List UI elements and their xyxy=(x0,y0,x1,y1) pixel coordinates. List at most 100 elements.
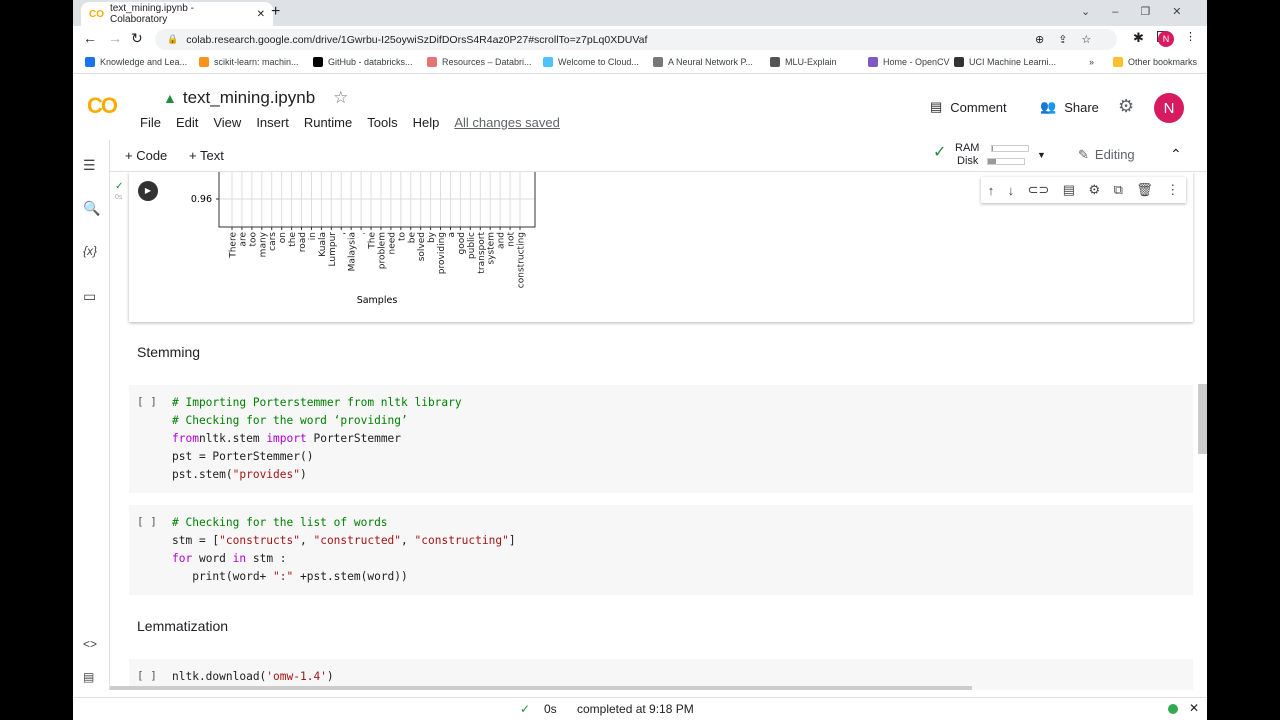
new-tab-button[interactable]: + xyxy=(271,3,280,21)
comment-button[interactable]: ▤ Comment xyxy=(930,99,1007,115)
code-token: PorterStemmer xyxy=(306,432,402,445)
bookmark-item[interactable]: UCI Machine Learni... xyxy=(954,57,1056,67)
bookmark-favicon-icon xyxy=(770,57,780,67)
user-avatar[interactable]: N xyxy=(1154,93,1184,123)
x-tick-label: Malaysia xyxy=(348,232,358,271)
code-snippets-icon[interactable]: <> xyxy=(83,637,97,651)
x-tick-label: solved xyxy=(417,232,427,261)
code-editor[interactable]: # Importing Porterstemmer from nltk libr… xyxy=(172,394,462,484)
menu-file[interactable]: File xyxy=(140,115,161,130)
code-line: # Checking for the list of words xyxy=(172,514,516,532)
code-editor[interactable]: nltk.download('omw-1.4') xyxy=(172,668,334,686)
code-token: nltk.stem xyxy=(198,432,267,445)
cell-settings-icon[interactable]: ⚙ xyxy=(1088,182,1100,198)
close-tab-icon[interactable]: ✕ xyxy=(257,9,265,20)
y-tick-label: 0.96 xyxy=(191,194,212,205)
move-up-icon[interactable]: ↑ xyxy=(988,183,995,198)
comment-icon[interactable]: ▤ xyxy=(1063,182,1075,198)
back-icon[interactable]: ← xyxy=(83,30,97,46)
code-cell[interactable]: [ ] # Importing Porterstemmer from nltk l… xyxy=(129,385,1193,493)
run-cell-button[interactable]: [ ] xyxy=(137,669,157,682)
code-token: from xyxy=(172,432,199,445)
delete-icon[interactable]: 🗑 xyxy=(1136,182,1153,198)
close-status-icon[interactable]: ✕ xyxy=(1189,701,1199,715)
more-options-icon[interactable]: ⋮ xyxy=(1166,182,1179,198)
run-cell-button[interactable]: [ ] xyxy=(137,515,157,528)
code-token: ) xyxy=(299,468,307,481)
code-token: pst = PorterStemmer() xyxy=(172,450,314,463)
output-cell: ✓ 0s ▶ There are too many cars on the road in Kua… xyxy=(115,172,1193,322)
status-time: 0s xyxy=(544,702,557,716)
extensions-icon[interactable]: ✱ xyxy=(1133,30,1144,46)
code-line: pst.stem("provides") xyxy=(172,466,462,484)
code-token: "provides" xyxy=(232,468,300,481)
more-label: » xyxy=(1089,57,1095,67)
vertical-scrollbar[interactable] xyxy=(1198,384,1207,454)
code-token: ":" xyxy=(273,570,294,583)
bookmark-item[interactable]: A Neural Network P... xyxy=(653,57,753,67)
collapse-header-icon[interactable]: ⌃ xyxy=(1170,146,1182,163)
mirror-cell-icon[interactable]: ⧉ xyxy=(1114,182,1123,198)
code-token: 'omw-1.4' xyxy=(266,670,327,683)
settings-gear-icon[interactable]: ⚙ xyxy=(1118,96,1134,117)
code-token: import xyxy=(266,432,307,445)
bookmark-item[interactable]: GitHub - databricks... xyxy=(313,57,413,67)
bookmark-label: A Neural Network P... xyxy=(668,57,753,67)
bookmark-item[interactable]: scikit-learn: machin... xyxy=(199,57,299,67)
variables-icon[interactable]: {x} xyxy=(83,244,97,258)
menu-tools[interactable]: Tools xyxy=(367,115,397,130)
profile-avatar[interactable]: N xyxy=(1158,31,1174,47)
browser-tab[interactable]: CO text_mining.ipynb - Colaboratory ✕ xyxy=(81,2,273,26)
notebook-title[interactable]: text_mining.ipynb xyxy=(183,88,315,108)
x-tick-label: to xyxy=(397,232,407,242)
window-controls[interactable]: ⌄–❐✕ xyxy=(1081,5,1203,18)
editing-mode-button[interactable]: ✎ Editing xyxy=(1078,147,1135,163)
forward-icon[interactable]: → xyxy=(108,30,122,46)
run-cell-button[interactable]: [ ] xyxy=(137,395,157,408)
code-token: "constructing" xyxy=(414,534,509,547)
x-tick-label: not xyxy=(507,232,517,247)
menu-runtime[interactable]: Runtime xyxy=(304,115,352,130)
code-token: word xyxy=(192,552,233,565)
bookmark-item[interactable]: MLU-Explain xyxy=(770,57,837,67)
more-bookmarks-button[interactable]: » xyxy=(1089,57,1094,67)
resources-dropdown-icon[interactable]: ▼ xyxy=(1037,149,1046,162)
reload-icon[interactable]: ↻ xyxy=(131,30,143,47)
menu-edit[interactable]: Edit xyxy=(176,115,198,130)
address-actions[interactable]: ⊕⇪☆ xyxy=(1035,33,1105,46)
horizontal-scrollbar[interactable] xyxy=(110,686,972,690)
resources-indicator[interactable]: ✓ RAM Disk ▼ xyxy=(933,142,1046,168)
code-editor[interactable]: # Checking for the list of words stm = ["… xyxy=(172,514,516,586)
x-tick-label: the xyxy=(288,232,298,247)
command-palette-icon[interactable]: ▤ xyxy=(83,670,94,684)
code-line: print(word+ ":" +pst.stem(word)) xyxy=(172,568,516,586)
move-down-icon[interactable]: ↓ xyxy=(1008,183,1015,198)
bookmark-item[interactable]: Knowledge and Lea... xyxy=(85,57,187,67)
menu-help[interactable]: Help xyxy=(413,115,440,130)
save-status-link[interactable]: All changes saved xyxy=(454,115,560,130)
code-token: ] xyxy=(508,534,516,547)
star-icon[interactable]: ☆ xyxy=(333,88,348,108)
notebook-toolbar: + Code + Text ✓ RAM Disk ▼ ✎ Editing ⌃ xyxy=(73,140,1207,172)
files-folder-icon[interactable]: ▭ xyxy=(83,288,96,305)
link-icon[interactable]: ⊂⊃ xyxy=(1028,182,1050,198)
menu-view[interactable]: View xyxy=(213,115,241,130)
bookmark-item[interactable]: Home - OpenCV xyxy=(868,57,950,67)
colab-logo[interactable]: CO xyxy=(87,93,118,119)
share-button[interactable]: 👥 Share xyxy=(1040,99,1099,115)
run-cell-button[interactable]: ▶ xyxy=(138,181,158,201)
other-bookmarks[interactable]: Other bookmarks xyxy=(1113,57,1197,67)
chrome-menu-icon[interactable]: ⋮ xyxy=(1185,30,1196,43)
address-bar[interactable]: 🔒 colab.research.google.com/drive/1Gwrbu-… xyxy=(155,29,1117,50)
x-tick-label: system xyxy=(487,232,497,265)
bookmark-item[interactable]: Welcome to Cloud... xyxy=(543,57,639,67)
add-text-button[interactable]: + Text xyxy=(189,148,224,163)
x-tick-label: are xyxy=(238,232,248,247)
add-code-button[interactable]: + Code xyxy=(125,148,167,163)
search-icon[interactable]: 🔍 xyxy=(83,200,100,217)
code-cell[interactable]: [ ] # Checking for the list of words stm =… xyxy=(129,505,1193,595)
menu-insert[interactable]: Insert xyxy=(256,115,289,130)
table-of-contents-icon[interactable]: ☰ xyxy=(83,157,96,174)
x-tick-label: , xyxy=(338,232,348,235)
bookmark-item[interactable]: Resources – Databri... xyxy=(427,57,532,67)
